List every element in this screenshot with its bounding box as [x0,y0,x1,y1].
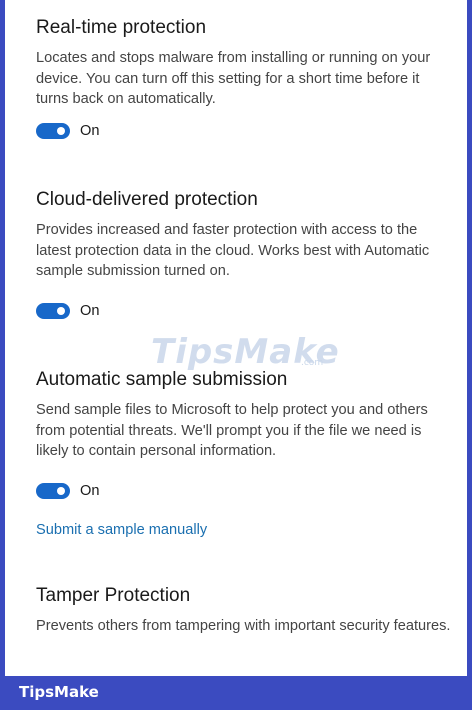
real-time-protection-toggle-row: On [36,121,99,141]
section-description: Prevents others from tampering with impo… [36,618,451,634]
cloud-delivered-protection-toggle[interactable] [36,303,70,319]
section-title: Tamper Protection [36,585,191,606]
settings-panel: Real-time protection Locates and stops m… [5,0,467,676]
section-description: Provides increased and faster protection… [36,222,430,279]
section-title: Real-time protection [36,17,207,38]
toggle-knob [57,307,65,315]
cloud-delivered-protection-toggle-row: On [36,301,99,321]
toggle-knob [57,487,65,495]
watermark-suffix: .com [301,358,324,368]
automatic-sample-submission-toggle[interactable] [36,483,70,499]
section-title: Automatic sample submission [36,369,288,390]
toggle-state-label: On [80,123,100,139]
section-tamper-protection: Tamper Protection Prevents others from t… [36,584,456,637]
footer-brand-logo: TipsMake [19,683,99,701]
section-cloud-delivered-protection: Cloud-delivered protection Provides incr… [36,188,456,282]
toggle-state-label: On [80,303,100,319]
section-real-time-protection: Real-time protection Locates and stops m… [36,16,456,110]
section-description: Locates and stops malware from installin… [36,50,431,107]
submit-sample-manually-link[interactable]: Submit a sample manually [36,522,207,538]
real-time-protection-toggle[interactable] [36,123,70,139]
toggle-knob [57,127,65,135]
section-title: Cloud-delivered protection [36,189,258,210]
section-description: Send sample files to Microsoft to help p… [36,402,428,459]
automatic-sample-submission-toggle-row: On [36,481,99,501]
toggle-state-label: On [80,483,100,499]
section-automatic-sample-submission: Automatic sample submission Send sample … [36,368,456,462]
